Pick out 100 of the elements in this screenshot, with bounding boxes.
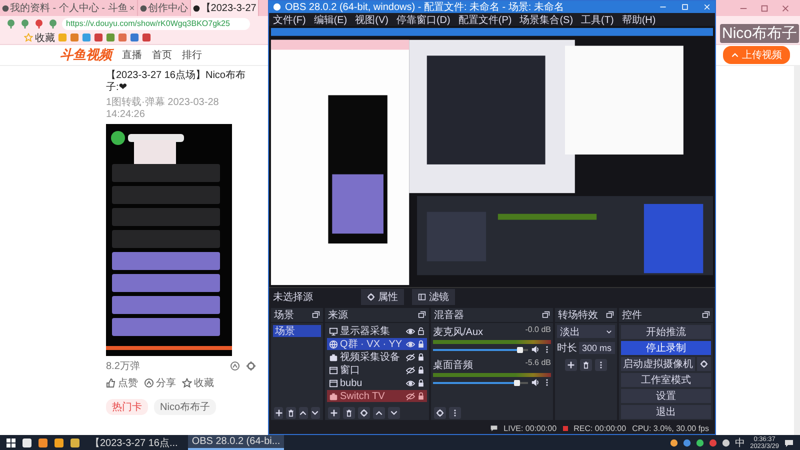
tag[interactable]: 热门卡 (106, 399, 148, 415)
filters-button[interactable]: 滤镜 (412, 289, 455, 305)
filter-icon (418, 293, 426, 301)
gear-icon[interactable] (360, 409, 368, 417)
browser-tab[interactable]: 【2023-3-27 (190, 0, 260, 16)
add-icon[interactable] (274, 409, 283, 417)
nav-link[interactable]: 直播 (122, 48, 142, 62)
window-icon (329, 378, 338, 388)
notification-icon[interactable] (784, 438, 794, 448)
source-item[interactable]: Switch TV (327, 390, 427, 402)
transition-dropdown[interactable]: 淡出 (557, 325, 615, 338)
globe-icon (329, 340, 338, 348)
db-reading: -5.6 dB (525, 358, 551, 369)
taskbar-app[interactable]: OBS 28.0.2 (64-bi... (188, 435, 284, 450)
menu-item[interactable]: 文件(F) (273, 12, 306, 26)
panel-title: 转场特效 (558, 308, 598, 322)
up-icon[interactable] (299, 409, 308, 417)
unlock-icon[interactable] (417, 327, 425, 335)
eye-icon[interactable] (406, 378, 415, 388)
control-button[interactable]: 启动虚拟摄像机 (621, 357, 695, 371)
lock-icon[interactable] (417, 392, 425, 400)
gear-icon[interactable] (436, 409, 444, 417)
db-reading: -0.0 dB (525, 325, 551, 336)
eye-icon[interactable] (406, 326, 415, 336)
eye-off-icon[interactable] (406, 392, 415, 400)
rec-status: REC: 00:00:00 (574, 424, 626, 432)
eye-icon[interactable] (406, 340, 415, 348)
speaker-icon[interactable] (531, 378, 540, 387)
selected-source-label: 未选择源 (273, 290, 314, 304)
menu-item[interactable]: 停靠窗口(D) (396, 12, 450, 26)
speaker-icon[interactable] (531, 345, 540, 354)
dock-icon[interactable] (702, 311, 710, 319)
settings-button[interactable] (697, 357, 711, 371)
control-button[interactable]: 工作室模式 (621, 373, 711, 387)
eye-off-icon[interactable] (406, 352, 415, 362)
monitor-icon (329, 326, 338, 336)
add-icon[interactable] (567, 361, 575, 369)
menu-item[interactable]: 编辑(E) (314, 12, 348, 26)
leaf-icon[interactable] (20, 18, 30, 28)
source-item[interactable]: 视频采集设备 (327, 351, 427, 363)
start-icon[interactable] (6, 438, 16, 448)
maximize-icon[interactable] (760, 4, 769, 12)
up-icon[interactable] (375, 409, 383, 417)
spin-icon (606, 328, 612, 334)
bookmark[interactable]: 收藏 (24, 30, 55, 44)
down-icon[interactable] (390, 409, 398, 417)
danmaku-count: 8.2万弹 (106, 360, 140, 373)
trash-icon[interactable] (345, 409, 353, 417)
source-item[interactable]: Q群 · VX · YY (327, 338, 427, 350)
down-icon[interactable] (311, 409, 320, 417)
menu-item[interactable]: 场景集合(S) (520, 12, 574, 26)
add-icon[interactable] (330, 409, 338, 417)
action-link[interactable]: 点赞 (106, 376, 138, 390)
control-button[interactable]: 停止录制 (621, 341, 711, 355)
cpu-status: CPU: 3.0%, 30.00 fps (632, 424, 709, 432)
eye-off-icon[interactable] (406, 366, 415, 374)
dock-icon[interactable] (606, 311, 614, 319)
action-link[interactable]: 分享 (144, 376, 176, 390)
gear-icon (367, 293, 375, 301)
control-button[interactable]: 开始推流 (621, 325, 711, 339)
nav-link[interactable]: 排行 (182, 48, 202, 62)
control-button[interactable]: 设置 (621, 389, 711, 403)
action-link[interactable]: 收藏 (182, 376, 214, 390)
lock-icon[interactable] (417, 353, 425, 361)
duration-field[interactable]: 300 ms (579, 342, 615, 354)
channel-name: 麦克风/Aux (433, 326, 484, 339)
star-icon (182, 378, 192, 388)
trash-icon[interactable] (582, 361, 590, 369)
address-field[interactable]: https://v.douyu.com/show/rK0Wgq3BKO7gk25 (62, 18, 250, 30)
menu-item[interactable]: 视图(V) (355, 12, 388, 26)
dock-icon[interactable] (418, 311, 426, 319)
scene-item[interactable]: 场景 (273, 325, 321, 337)
star-icon (24, 33, 33, 42)
lock-icon[interactable] (417, 366, 425, 374)
source-item[interactable]: bubu (327, 377, 427, 389)
source-item[interactable]: 窗口 (327, 364, 427, 376)
menu-item[interactable]: 工具(T) (581, 12, 614, 26)
nav-link[interactable]: 首页 (152, 48, 172, 62)
menu-item[interactable]: 配置文件(P) (458, 12, 512, 26)
dock-icon[interactable] (542, 311, 550, 319)
menu-item[interactable]: 帮助(H) (622, 12, 656, 26)
overlay-text: Nico布布子 (720, 24, 799, 43)
tree-icon[interactable] (48, 18, 58, 28)
close-icon[interactable] (128, 5, 135, 11)
close-icon[interactable] (781, 4, 790, 12)
leaf-icon[interactable] (6, 18, 16, 28)
settings-icon[interactable] (246, 361, 256, 371)
window-icon (329, 366, 338, 374)
tag[interactable]: Nico布布子 (154, 399, 216, 415)
camera-icon (329, 352, 338, 362)
properties-button[interactable]: 属性 (361, 289, 404, 305)
source-item[interactable]: 显示器采集 (327, 325, 427, 337)
lock-icon[interactable] (417, 379, 425, 387)
taskbar-app[interactable]: 【2023-3-27 16点... (86, 435, 182, 450)
video-title: 【2023-3-27 16点场】Nico布布子:❤ (106, 70, 246, 94)
lock-icon[interactable] (417, 340, 425, 348)
control-button[interactable]: 退出 (621, 405, 711, 419)
ime-indicator[interactable]: 中 (735, 436, 746, 450)
trash-icon[interactable] (286, 409, 295, 417)
dock-icon[interactable] (312, 311, 320, 319)
